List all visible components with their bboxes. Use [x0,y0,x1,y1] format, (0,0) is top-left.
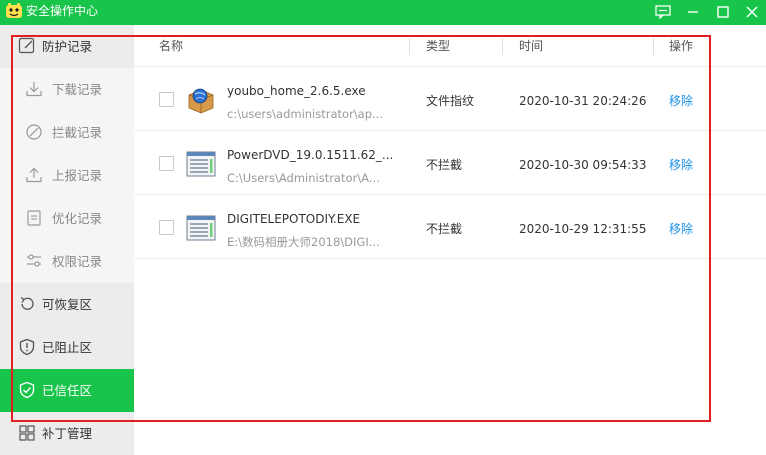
sidebar-item-label: 可恢复区 [42,297,93,312]
sidebar-item-permission-records[interactable]: 权限记录 [0,240,134,283]
column-header-name: 名称 [159,39,184,53]
close-button[interactable] [739,0,765,24]
feedback-button[interactable] [650,0,676,24]
sidebar: 防护记录 下载记录 拦截记录 上报记录 优化记录 权限记录 可恢复区 已阻止区 … [0,25,134,455]
sidebar-item-recoverable-zone[interactable]: 可恢复区 [0,283,134,326]
document-icon [27,210,41,226]
column-divider[interactable] [502,38,503,55]
edit-note-icon [18,37,35,54]
minimize-icon [688,11,698,13]
title-bar: 安全操作中心 [0,0,766,25]
main-panel: 名称 类型 时间 操作 youbo_home_2.6.5.exe c:\user… [134,25,766,435]
sidebar-item-label: 已阻止区 [42,340,93,355]
sidebar-item-trusted-zone[interactable]: 已信任区 [0,369,134,412]
file-path: C:\Users\Administrator\A... [227,171,380,185]
sidebar-item-blocked-zone[interactable]: 已阻止区 [0,326,134,369]
sidebar-item-report-records[interactable]: 上报记录 [0,154,134,197]
column-divider[interactable] [409,38,410,55]
sidebar-item-protection-records[interactable]: 防护记录 [0,25,134,68]
installer-box-icon [188,88,214,114]
sidebar-item-label: 防护记录 [42,39,93,54]
row-checkbox[interactable] [159,220,174,235]
exe-window-icon [186,151,216,177]
exe-window-icon [186,215,216,241]
column-divider[interactable] [653,38,654,55]
sidebar-item-block-records[interactable]: 拦截记录 [0,111,134,154]
file-name: PowerDVD_19.0.1511.62_... [227,148,394,162]
file-path: E:\数码相册大师2018\DIGI... [227,235,380,249]
maximize-icon [717,6,729,18]
sidebar-item-patch-management[interactable]: 补丁管理 [0,412,134,455]
download-icon [26,82,42,97]
table-row: PowerDVD_19.0.1511.62_... C:\Users\Admin… [134,131,766,195]
window-title: 安全操作中心 [26,4,99,18]
table-row: youbo_home_2.6.5.exe c:\users\administra… [134,67,766,131]
sidebar-item-label: 上报记录 [52,168,103,183]
sidebar-item-label: 已信任区 [42,383,93,398]
sidebar-item-download-records[interactable]: 下载记录 [0,68,134,111]
record-type: 不拦截 [426,222,463,236]
sidebar-item-optimize-records[interactable]: 优化记录 [0,197,134,240]
row-checkbox[interactable] [159,156,174,171]
restore-icon [20,296,34,310]
grid-icon [19,425,35,441]
block-icon [26,124,42,140]
row-checkbox[interactable] [159,92,174,107]
column-header-time: 时间 [519,39,544,53]
message-icon [655,5,671,19]
shield-check-icon [19,381,35,399]
column-header-type: 类型 [426,39,451,53]
maximize-button[interactable] [710,0,736,24]
file-name: youbo_home_2.6.5.exe [227,84,366,98]
file-path: c:\users\administrator\ap... [227,107,383,121]
app-logo-icon [6,3,22,18]
sidebar-item-label: 补丁管理 [42,426,93,441]
close-icon [746,6,758,18]
sidebar-item-label: 拦截记录 [52,125,103,140]
sidebar-item-label: 下载记录 [52,82,103,97]
sidebar-item-label: 权限记录 [52,254,103,269]
remove-link[interactable]: 移除 [669,222,693,237]
record-time: 2020-10-31 20:24:26 [519,94,647,108]
record-time: 2020-10-30 09:54:33 [519,158,647,172]
minimize-button[interactable] [680,0,706,24]
upload-icon [26,167,42,183]
column-header-action: 操作 [669,39,694,53]
record-type: 不拦截 [426,158,463,172]
permission-icon [27,254,41,267]
file-name: DIGITELEPOTODIY.EXE [227,212,361,226]
table-row: DIGITELEPOTODIY.EXE E:\数码相册大师2018\DIGI..… [134,195,766,259]
record-time: 2020-10-29 12:31:55 [519,222,647,236]
sidebar-item-label: 优化记录 [52,211,103,226]
shield-alert-icon [19,338,35,356]
remove-link[interactable]: 移除 [669,94,693,109]
record-type: 文件指纹 [426,94,475,108]
remove-link[interactable]: 移除 [669,158,693,173]
